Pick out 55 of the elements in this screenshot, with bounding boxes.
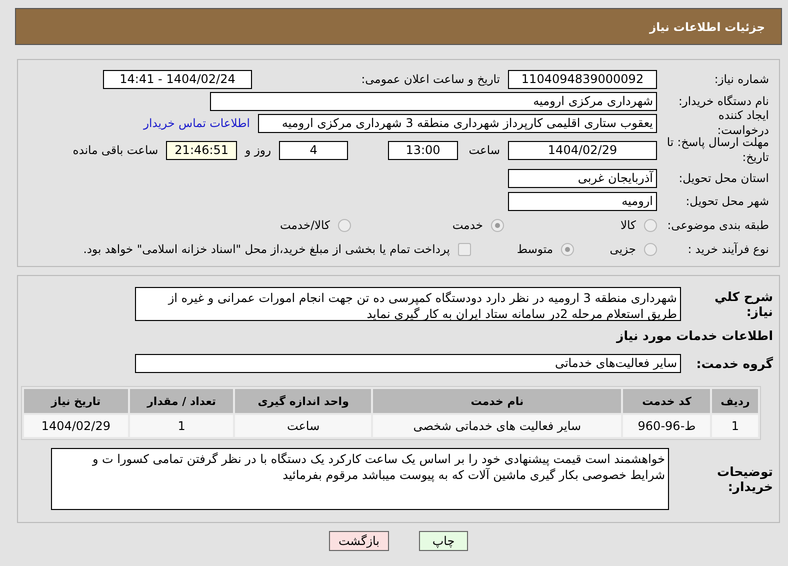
buyer-notes-textarea: خواهشمند است قیمت پیشنهادی خود را بر اساس یک ساعت کارکرد یک دستگاه با در نظر گرفتن تمامی کسورا ت و شرایط خصوصی بکار گیری ماشین آلات که به پیوست میباشد مرقوم بفرمائید	[51, 448, 669, 510]
remaining-time-field: 21:46:51	[166, 140, 238, 160]
radio-button[interactable]	[561, 242, 574, 256]
checkbox-label: پرداخت تمام یا بخشی از مبلغ خرید،از محل "اسناد خزانه اسلامی" خواهد بود.	[83, 242, 450, 256]
field-label: شماره نیاز:	[713, 72, 769, 86]
requester-field: یعقوب ستاری اقلیمی کارپرداز شهرداری منطقه 3 شهرداری مرکزی ارومیه	[258, 114, 657, 132]
field-label: تاریخ و ساعت اعلان عمومی:	[360, 72, 500, 86]
field-label: توضیحات خریدار:	[716, 464, 773, 494]
province-field: آذربایجان غربی	[508, 168, 657, 188]
field-label: ایجاد کننده درخواست:	[716, 108, 769, 137]
radio-button[interactable]	[644, 242, 657, 256]
table-cell: 1404/02/29	[24, 415, 128, 437]
back-button[interactable]: بازگشت	[329, 531, 389, 551]
table-cell: 1	[130, 415, 234, 437]
radio-label: متوسط	[516, 242, 553, 256]
field-label: شهر محل تحویل:	[684, 194, 769, 208]
field-label: نام دستگاه خریدار:	[677, 94, 769, 108]
table-cell: ط-96-960	[623, 415, 710, 437]
field-label: استان محل تحویل:	[678, 170, 769, 186]
need-number-field: 1104094839000092	[508, 70, 657, 88]
days-field: 4	[279, 140, 348, 160]
remaining-label: ساعت باقی مانده	[72, 143, 158, 157]
column-header: نام خدمت	[373, 389, 622, 413]
contact-link[interactable]: اطلاعات تماس خریدار	[143, 116, 250, 130]
radio-button[interactable]	[644, 218, 657, 232]
column-header: تاریخ نیاز	[24, 389, 128, 413]
section-heading: اطلاعات خدمات مورد نیاز	[615, 328, 773, 342]
field-label: شرح کلي نیاز:	[714, 289, 773, 319]
deadline-time-field: 13:00	[388, 140, 458, 160]
radio-button[interactable]	[338, 218, 351, 232]
column-header: کد خدمت	[623, 389, 710, 413]
column-header: تعداد / مقدار	[130, 389, 234, 413]
table-cell: 1	[712, 415, 758, 437]
time-label: ساعت	[468, 143, 500, 157]
page-header: جزئیات اطلاعات نیاز	[15, 8, 782, 45]
city-field: ارومیه	[508, 192, 657, 210]
radio-label: جزیی	[610, 242, 636, 256]
service-group-field: سایر فعالیت‌های خدماتی	[135, 354, 681, 372]
field-label: نوع فرآیند خرید :	[686, 242, 769, 256]
table-cell: سایر فعالیت های خدماتی شخصی	[373, 415, 622, 437]
radio-button[interactable]	[491, 218, 504, 232]
radio-label: کالا/خدمت	[280, 218, 330, 232]
column-header: واحد اندازه گیری	[235, 389, 372, 413]
deadline-date-field: 1404/02/29	[508, 140, 657, 160]
checkbox[interactable]	[458, 242, 471, 256]
days-label: روز و	[245, 143, 271, 157]
column-header: ردیف	[712, 389, 758, 413]
radio-label: خدمت	[452, 218, 483, 232]
field-label: گروه خدمت:	[695, 356, 773, 370]
field-label: طبقه بندی موضوعی:	[666, 218, 769, 232]
announce-date-field: 1404/02/24 - 14:41	[103, 70, 252, 88]
table-cell: ساعت	[235, 415, 372, 437]
buyer-org-field: شهرداری مرکزی ارومیه	[210, 92, 657, 110]
radio-label: کالا	[620, 218, 636, 232]
print-button[interactable]: چاپ	[419, 531, 468, 551]
